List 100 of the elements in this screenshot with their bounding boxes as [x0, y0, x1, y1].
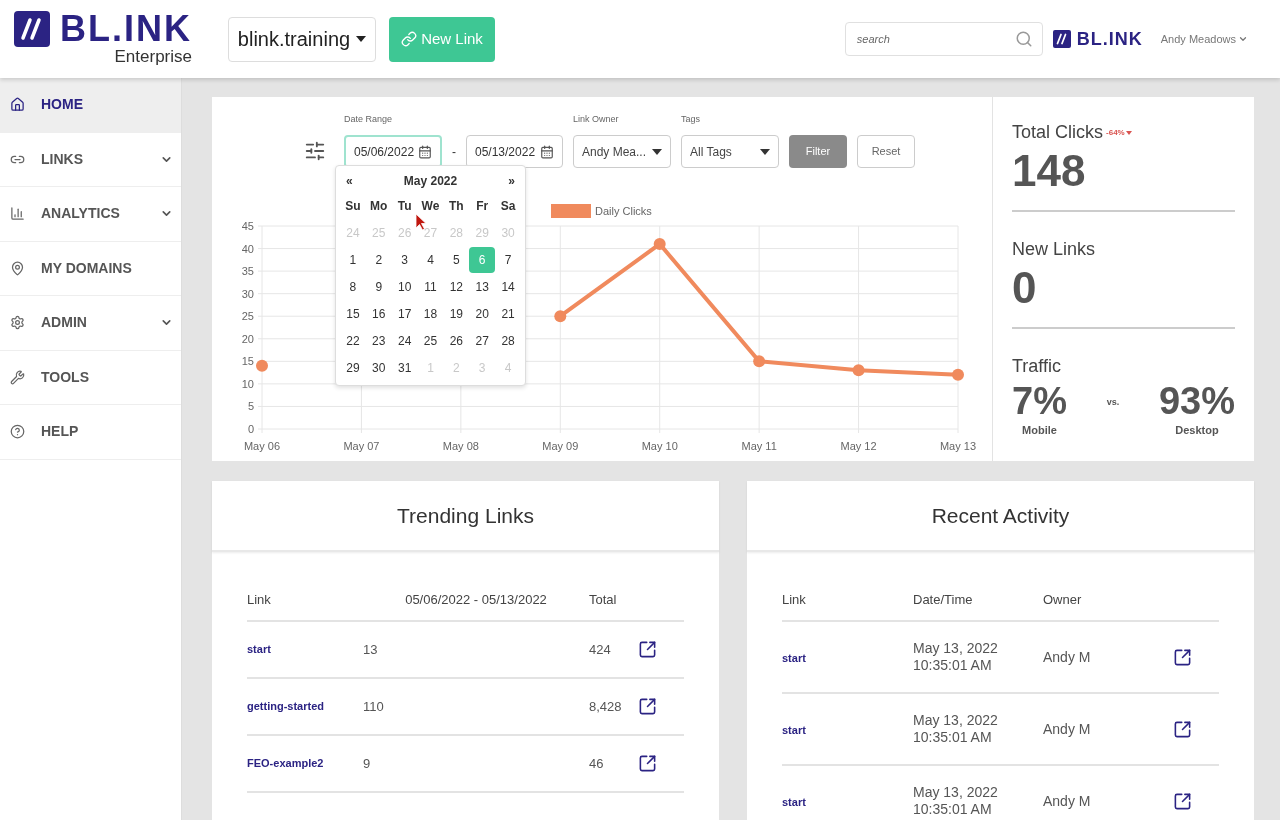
- home-icon: [10, 97, 25, 113]
- calendar-day[interactable]: 12: [443, 273, 470, 300]
- calendar-day[interactable]: 5: [443, 246, 470, 273]
- search-field[interactable]: search: [844, 22, 1043, 56]
- calendar-icon: [418, 144, 432, 159]
- logo-subtitle: Enterprise: [114, 47, 192, 67]
- weekday-label: Sa: [499, 197, 517, 215]
- external-link-icon[interactable]: [638, 697, 657, 716]
- change-indicator: -64%: [1106, 126, 1132, 139]
- y-tick-label: 40: [241, 242, 254, 255]
- help-icon: [10, 424, 25, 440]
- calendar-day[interactable]: 24: [391, 327, 418, 354]
- x-tick-label: May 12: [840, 440, 877, 452]
- next-month-button[interactable]: »: [508, 172, 515, 190]
- filter-settings-icon: [304, 140, 326, 162]
- stat-value: 7%: [1012, 380, 1067, 422]
- y-tick-label: 5: [247, 400, 254, 413]
- x-tick-label: May 06: [243, 440, 281, 452]
- legend-swatch: [551, 204, 591, 218]
- stat-label: New Links: [1012, 238, 1097, 261]
- calendar-day[interactable]: 1: [340, 246, 366, 273]
- y-tick-label: 15: [241, 355, 254, 368]
- month-title[interactable]: May 2022: [403, 172, 458, 190]
- table-cell-text: Andy M: [1043, 719, 1092, 739]
- link-name[interactable]: start: [782, 647, 913, 667]
- sidebar-item[interactable]: HOME: [0, 78, 181, 133]
- column-header: Link: [247, 591, 272, 610]
- reset-button[interactable]: Reset: [857, 135, 915, 168]
- calendar-day[interactable]: 27: [469, 327, 496, 354]
- settings-icon: [10, 315, 25, 331]
- data-point: [256, 359, 268, 372]
- link-name[interactable]: FEO-example2: [247, 755, 363, 772]
- calendar-day[interactable]: 7: [495, 246, 521, 273]
- user-menu[interactable]: Andy Meadows: [1160, 30, 1248, 48]
- external-link-icon[interactable]: [638, 640, 657, 659]
- data-point: [653, 238, 666, 251]
- y-tick-label: 35: [241, 265, 254, 278]
- weekday-label: Mo: [369, 197, 389, 215]
- stat-value: 148: [1012, 146, 1087, 196]
- link-name[interactable]: start: [247, 641, 363, 658]
- calendar-day[interactable]: 19: [443, 300, 470, 327]
- calendar-day[interactable]: 2: [365, 246, 392, 273]
- previous-month-button[interactable]: «: [346, 172, 353, 190]
- data-point: [952, 368, 964, 381]
- calendar-day[interactable]: 20: [469, 300, 496, 327]
- field-label: Link Owner: [573, 113, 620, 125]
- time-text: 10:35:01 AM: [913, 729, 993, 746]
- calendar-day[interactable]: 13: [469, 273, 496, 300]
- external-link-icon[interactable]: [1173, 647, 1192, 667]
- table-cell-text: 13: [363, 640, 379, 659]
- y-tick-label: 20: [241, 332, 254, 345]
- calendar-day[interactable]: 26: [443, 327, 470, 354]
- calendar-day[interactable]: 10: [391, 273, 418, 300]
- stat-caption: Desktop: [1175, 423, 1219, 438]
- stat-label: Total Clicks: [1012, 121, 1104, 144]
- calendar-day[interactable]: 14: [495, 273, 521, 300]
- calendar-day[interactable]: 25: [417, 327, 444, 354]
- calendar-day[interactable]: 23: [365, 327, 392, 354]
- calendar-day[interactable]: 8: [340, 273, 366, 300]
- date-text: May 13, 2022: [913, 784, 999, 801]
- calendar-day[interactable]: 11: [417, 273, 444, 300]
- domain-select[interactable]: blink.training: [228, 16, 376, 62]
- weekday-label: Th: [448, 197, 465, 215]
- link-owner-select[interactable]: Andy Mea...: [573, 135, 671, 168]
- table-cell-text: 110: [363, 697, 385, 716]
- external-link-icon[interactable]: [1173, 719, 1192, 739]
- calendar-day[interactable]: 3: [391, 246, 418, 273]
- calendar-day[interactable]: 9: [365, 273, 392, 300]
- calendar-day[interactable]: 22: [340, 327, 366, 354]
- tags-select[interactable]: All Tags: [681, 135, 779, 168]
- stat-value: 0: [1012, 263, 1038, 313]
- weekday-label: Su: [344, 197, 362, 215]
- map-pin-icon: [10, 260, 25, 276]
- link-name[interactable]: start: [782, 719, 913, 739]
- calendar-day[interactable]: 31: [391, 354, 418, 381]
- calendar-day[interactable]: 15: [340, 300, 366, 327]
- logo-icon: [1052, 30, 1071, 48]
- stat-value: 93%: [1158, 380, 1235, 422]
- table-cell-text: 9: [363, 754, 372, 773]
- field-label: Tags: [681, 113, 701, 125]
- x-tick-label: May 09: [542, 440, 579, 452]
- table-cell-text: 424: [589, 640, 612, 659]
- logo-wordmark: BL.INK: [60, 11, 192, 47]
- calendar-day[interactable]: 21: [495, 300, 521, 327]
- external-link-icon[interactable]: [1173, 791, 1192, 811]
- link-name[interactable]: start: [782, 791, 913, 811]
- chevron-down-icon: [1238, 34, 1248, 44]
- calendar-day[interactable]: 17: [391, 300, 418, 327]
- calendar-day[interactable]: 16: [365, 300, 392, 327]
- calendar-day[interactable]: 30: [365, 354, 392, 381]
- calendar-day[interactable]: 18: [417, 300, 444, 327]
- date-separator: -: [452, 143, 456, 161]
- calendar-day[interactable]: 4: [417, 246, 444, 273]
- table-cell-text: 46: [589, 754, 605, 773]
- x-tick-label: May 08: [442, 440, 479, 452]
- y-tick-label: 45: [241, 220, 254, 232]
- calendar-day[interactable]: 28: [495, 327, 521, 354]
- calendar-day[interactable]: 29: [340, 354, 366, 381]
- external-link-icon[interactable]: [638, 754, 657, 773]
- link-name[interactable]: getting-started: [247, 698, 363, 715]
